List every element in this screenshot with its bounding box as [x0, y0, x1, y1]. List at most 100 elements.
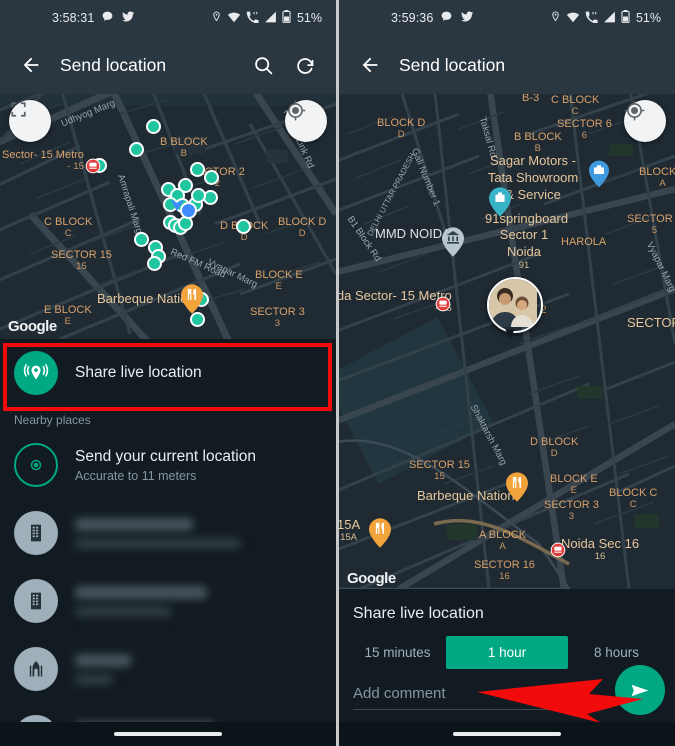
- map-dot: [190, 162, 205, 177]
- wifi-icon: [566, 11, 580, 26]
- location-pin-icon: [211, 10, 222, 26]
- wifi-icon: [227, 11, 241, 26]
- list-item[interactable]: [0, 567, 336, 635]
- restaurant-pin-icon: [369, 518, 391, 548]
- twitter-bird-icon: [121, 10, 135, 26]
- left-phone-screen: 3:58:31 51% Send location Udhyog Marg Se…: [0, 0, 336, 746]
- share-live-location-texts: Share live location: [75, 363, 202, 382]
- restaurant-pin-icon: [181, 284, 203, 314]
- page-title: Send location: [399, 54, 506, 75]
- fullscreen-icon[interactable]: [9, 100, 51, 142]
- map-dot: [204, 170, 219, 185]
- duration-options: 15 minutes 1 hour 8 hours: [339, 636, 675, 669]
- restaurant-pin-icon: [506, 472, 528, 502]
- list-item-texts: [75, 653, 131, 685]
- current-location-subtitle: Accurate to 11 meters: [75, 468, 197, 483]
- sheet-title: Share live location: [353, 605, 484, 622]
- current-location-icon: [14, 443, 58, 487]
- metro-station-icon: [550, 542, 566, 558]
- call-vibrate-icon: [246, 11, 259, 26]
- signal-bars-icon: [603, 11, 616, 26]
- share-live-location-button[interactable]: Share live location: [0, 339, 336, 407]
- my-location-icon[interactable]: [624, 100, 666, 142]
- current-location-texts: Send your current location Accurate to 1…: [75, 447, 256, 482]
- metro-station-icon: [85, 158, 101, 174]
- building-icon: [14, 511, 58, 555]
- map-dot: [146, 119, 161, 134]
- search-icon[interactable]: [250, 52, 276, 78]
- location-pin-icon: [550, 10, 561, 26]
- list-item-title-blurred: [75, 585, 207, 599]
- duration-option-8-hours[interactable]: 8 hours: [568, 636, 665, 669]
- navigation-bar: [339, 722, 675, 746]
- battery-percent: 51%: [296, 11, 322, 25]
- list-item-texts: [75, 517, 241, 549]
- office-pin-icon: [489, 187, 511, 217]
- app-bar-actions: [250, 52, 318, 78]
- monument-icon: [14, 647, 58, 691]
- current-location-title: Send your current location: [75, 448, 256, 466]
- status-bar-right: 51%: [211, 10, 322, 26]
- comment-input[interactable]: [353, 681, 603, 710]
- send-button[interactable]: [615, 665, 665, 715]
- map-dot: [134, 232, 149, 247]
- map-dot: [191, 188, 206, 203]
- comment-row: [353, 665, 665, 723]
- duration-option-15-minutes[interactable]: 15 minutes: [349, 636, 446, 669]
- map-view[interactable]: B-3 C BLOCK C BLOCK D D SECTOR 6 6 B BLO…: [339, 94, 675, 589]
- dual-screenshot-container: 3:58:31 51% Send location Udhyog Marg Se…: [0, 0, 675, 746]
- list-item-subtitle-blurred: [75, 605, 171, 617]
- map-view[interactable]: Udhyog Marg Sector- 15 Metro - 15 B BLOC…: [0, 94, 336, 339]
- back-button[interactable]: [14, 48, 48, 82]
- map-dot: [147, 256, 162, 271]
- send-current-location-button[interactable]: Send your current location Accurate to 1…: [0, 431, 336, 499]
- list-item-texts: [75, 585, 207, 617]
- heading-cone-icon: [170, 199, 184, 211]
- battery-percent: 51%: [635, 11, 661, 25]
- chat-bubble-icon: [101, 10, 114, 26]
- avatar-pointer-icon: [505, 329, 515, 339]
- google-watermark: Google: [347, 570, 396, 587]
- nearby-places-label: Nearby places: [14, 413, 91, 427]
- home-gesture-pill[interactable]: [114, 732, 222, 736]
- page-title: Send location: [60, 54, 167, 75]
- map-dot: [190, 312, 205, 327]
- signal-bars-icon: [264, 11, 277, 26]
- app-bar: Send location: [0, 36, 336, 94]
- bank-pin-icon: [442, 227, 464, 257]
- status-time: 3:58:31: [52, 11, 95, 25]
- status-bar: 3:59:36 51%: [339, 0, 675, 36]
- duration-option-1-hour[interactable]: 1 hour: [446, 636, 568, 669]
- map-dot: [129, 142, 144, 157]
- navigation-bar: [0, 722, 336, 746]
- live-location-icon: [14, 351, 58, 395]
- status-bar-right: 51%: [550, 10, 661, 26]
- my-location-icon[interactable]: [285, 100, 327, 142]
- status-time: 3:59:36: [391, 11, 434, 25]
- metro-station-icon: [435, 296, 451, 312]
- list-item-subtitle-blurred: [75, 537, 241, 549]
- right-phone-screen: 3:59:36 51% Send location B-3 C BLOCK C …: [339, 0, 675, 746]
- battery-icon: [621, 10, 630, 26]
- list-item[interactable]: [0, 499, 336, 567]
- call-vibrate-icon: [585, 11, 598, 26]
- store-pin-icon: [589, 160, 609, 188]
- share-live-location-label: Share live location: [75, 364, 202, 382]
- user-avatar-marker[interactable]: [487, 277, 543, 333]
- map-dot: [236, 219, 251, 234]
- map-streets: [339, 94, 675, 589]
- refresh-icon[interactable]: [292, 52, 318, 78]
- home-gesture-pill[interactable]: [453, 732, 561, 736]
- back-button[interactable]: [353, 48, 387, 82]
- status-bar-left: 3:59:36: [391, 10, 474, 26]
- list-item[interactable]: [0, 635, 336, 703]
- list-item-subtitle-blurred: [75, 673, 113, 685]
- location-options-sheet: Share live location Nearby places Send y…: [0, 339, 336, 746]
- status-bar: 3:58:31 51%: [0, 0, 336, 36]
- building-icon: [14, 579, 58, 623]
- app-bar: Send location: [339, 36, 675, 94]
- send-icon: [631, 684, 648, 696]
- list-item-title-blurred: [75, 517, 193, 531]
- google-watermark: Google: [8, 318, 57, 335]
- chat-bubble-icon: [440, 10, 453, 26]
